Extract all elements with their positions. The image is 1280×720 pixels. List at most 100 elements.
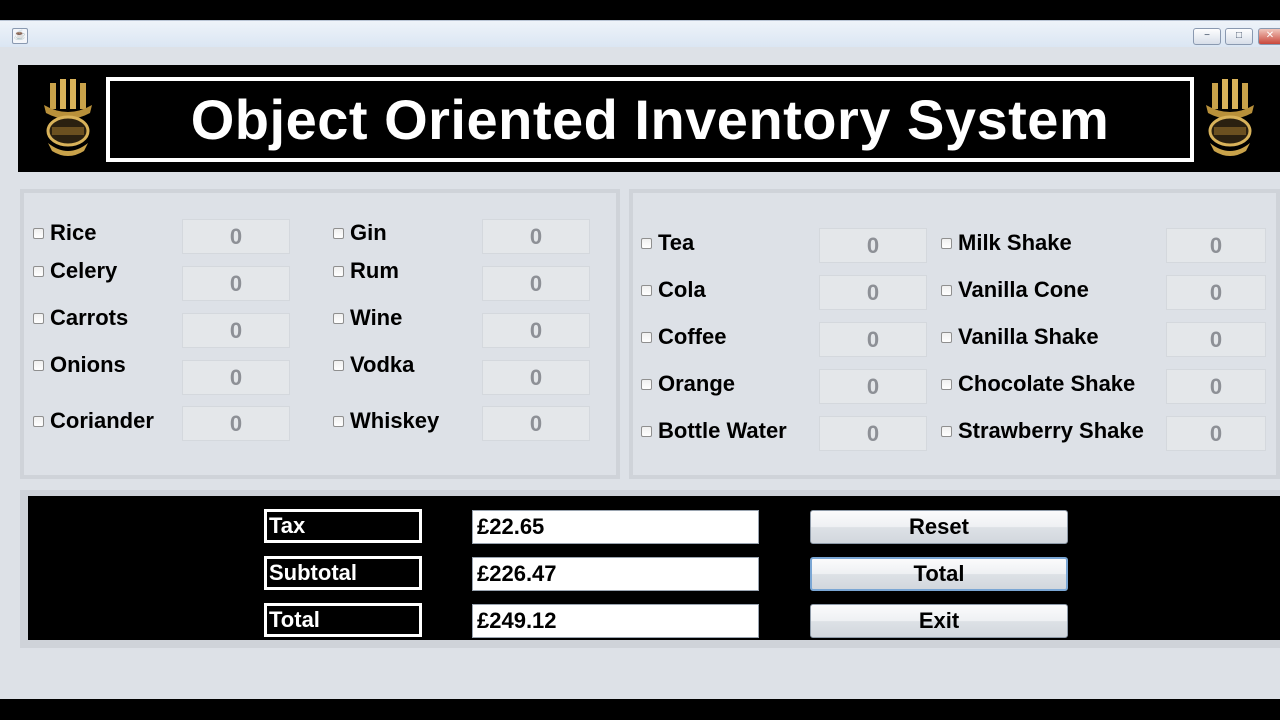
item-vanilla-cone[interactable]: Vanilla Cone — [941, 277, 1089, 303]
item-label: Rum — [350, 258, 399, 283]
cola-checkbox[interactable] — [641, 284, 652, 296]
exit-button[interactable]: Exit — [810, 604, 1068, 638]
item-chocolate-shake[interactable]: Chocolate Shake — [941, 371, 1135, 397]
app-window: ☕ − □ ✕ Object Oriented Inventory System — [0, 20, 1280, 699]
item-label: Vodka — [350, 352, 415, 377]
item-vodka[interactable]: Vodka — [333, 352, 414, 378]
subtotal-field[interactable]: £226.47 — [472, 557, 759, 591]
header-banner: Object Oriented Inventory System — [18, 65, 1280, 172]
item-tea[interactable]: Tea — [641, 230, 694, 256]
total-button[interactable]: Total — [810, 557, 1068, 591]
vodka-checkbox[interactable] — [333, 359, 344, 371]
item-milk-shake[interactable]: Milk Shake — [941, 230, 1072, 256]
vanilla-cone-checkbox[interactable] — [941, 284, 952, 296]
tax-field[interactable]: £22.65 — [472, 510, 759, 544]
item-carrots[interactable]: Carrots — [33, 305, 128, 331]
carrots-qty-field[interactable]: 0 — [182, 313, 290, 348]
tea-qty-field[interactable]: 0 — [819, 228, 927, 263]
item-label: Carrots — [50, 305, 129, 330]
tea-checkbox[interactable] — [641, 237, 652, 249]
totals-area: Tax Subtotal Total £22.65 £226.47 £249.1… — [28, 496, 1280, 640]
whiskey-checkbox[interactable] — [333, 415, 344, 427]
captain-emblem-icon — [1206, 79, 1254, 156]
reset-button[interactable]: Reset — [810, 510, 1068, 544]
tax-label: Tax — [264, 509, 422, 543]
item-label: Vanilla Shake — [958, 324, 1099, 349]
title-frame: Object Oriented Inventory System — [106, 77, 1194, 162]
item-label: Coffee — [658, 324, 727, 349]
bottle-water-checkbox[interactable] — [641, 425, 652, 437]
item-celery[interactable]: Celery — [33, 258, 117, 284]
item-bottle-water[interactable]: Bottle Water — [641, 418, 787, 444]
item-orange[interactable]: Orange — [641, 371, 735, 397]
captain-emblem-icon — [44, 79, 92, 156]
rice-qty-field[interactable]: 0 — [182, 219, 290, 254]
item-label: Orange — [658, 371, 736, 396]
maximize-button[interactable]: □ — [1225, 28, 1253, 45]
item-coffee[interactable]: Coffee — [641, 324, 726, 350]
strawberry-shake-qty-field[interactable]: 0 — [1166, 416, 1266, 451]
item-onions[interactable]: Onions — [33, 352, 126, 378]
close-button[interactable]: ✕ — [1258, 28, 1280, 45]
wine-qty-field[interactable]: 0 — [482, 313, 590, 348]
coffee-checkbox[interactable] — [641, 331, 652, 343]
item-label: Rice — [50, 220, 97, 245]
vanilla-shake-qty-field[interactable]: 0 — [1166, 322, 1266, 357]
item-label: Vanilla Cone — [958, 277, 1089, 302]
wine-checkbox[interactable] — [333, 312, 344, 324]
rice-checkbox[interactable] — [33, 227, 44, 239]
strawberry-shake-checkbox[interactable] — [941, 425, 952, 437]
item-strawberry-shake[interactable]: Strawberry Shake — [941, 418, 1144, 444]
item-label: Chocolate Shake — [958, 371, 1136, 396]
coriander-checkbox[interactable] — [33, 415, 44, 427]
celery-qty-field[interactable]: 0 — [182, 266, 290, 301]
carrots-checkbox[interactable] — [33, 312, 44, 324]
item-vanilla-shake[interactable]: Vanilla Shake — [941, 324, 1099, 350]
item-label: Bottle Water — [658, 418, 787, 443]
item-label: Milk Shake — [958, 230, 1072, 255]
celery-checkbox[interactable] — [33, 265, 44, 277]
item-wine[interactable]: Wine — [333, 305, 402, 331]
milk-shake-checkbox[interactable] — [941, 237, 952, 249]
item-cola[interactable]: Cola — [641, 277, 706, 303]
item-label: Wine — [350, 305, 403, 330]
drinks-panel: Tea Cola Coffee Orange Bottle Water 0 0 … — [629, 189, 1280, 479]
orange-checkbox[interactable] — [641, 378, 652, 390]
gin-qty-field[interactable]: 0 — [482, 219, 590, 254]
chocolate-shake-checkbox[interactable] — [941, 378, 952, 390]
onions-qty-field[interactable]: 0 — [182, 360, 290, 395]
totals-panel: Tax Subtotal Total £22.65 £226.47 £249.1… — [20, 490, 1280, 648]
food-alcohol-panel: Rice Celery Carrots Onions Coriander 0 0… — [20, 189, 620, 479]
item-gin[interactable]: Gin — [333, 220, 387, 246]
rum-checkbox[interactable] — [333, 265, 344, 277]
coffee-qty-field[interactable]: 0 — [819, 322, 927, 357]
item-label: Whiskey — [350, 408, 440, 433]
onions-checkbox[interactable] — [33, 359, 44, 371]
item-coriander[interactable]: Coriander — [33, 408, 154, 434]
title-bar[interactable]: ☕ − □ ✕ — [0, 21, 1280, 47]
total-label: Total — [264, 603, 422, 637]
subtotal-label: Subtotal — [264, 556, 422, 590]
item-label: Coriander — [50, 408, 154, 433]
total-field[interactable]: £249.12 — [472, 604, 759, 638]
gin-checkbox[interactable] — [333, 227, 344, 239]
bottle-water-qty-field[interactable]: 0 — [819, 416, 927, 451]
java-icon[interactable]: ☕ — [12, 28, 28, 44]
item-rum[interactable]: Rum — [333, 258, 399, 284]
minimize-button[interactable]: − — [1193, 28, 1221, 45]
item-rice[interactable]: Rice — [33, 220, 96, 246]
milk-shake-qty-field[interactable]: 0 — [1166, 228, 1266, 263]
coriander-qty-field[interactable]: 0 — [182, 406, 290, 441]
whiskey-qty-field[interactable]: 0 — [482, 406, 590, 441]
app-title: Object Oriented Inventory System — [190, 88, 1110, 151]
chocolate-shake-qty-field[interactable]: 0 — [1166, 369, 1266, 404]
cola-qty-field[interactable]: 0 — [819, 275, 927, 310]
vanilla-cone-qty-field[interactable]: 0 — [1166, 275, 1266, 310]
orange-qty-field[interactable]: 0 — [819, 369, 927, 404]
item-whiskey[interactable]: Whiskey — [333, 408, 439, 434]
rum-qty-field[interactable]: 0 — [482, 266, 590, 301]
item-label: Onions — [50, 352, 126, 377]
item-label: Tea — [658, 230, 695, 255]
vanilla-shake-checkbox[interactable] — [941, 331, 952, 343]
vodka-qty-field[interactable]: 0 — [482, 360, 590, 395]
